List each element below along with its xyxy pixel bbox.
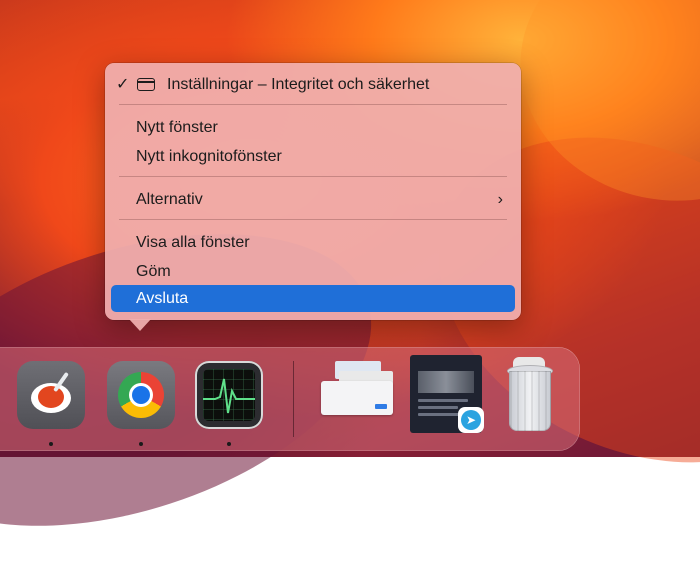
dock-separator (293, 361, 294, 437)
trash-bin-graphic (509, 371, 551, 431)
chrome-core-graphic (132, 386, 150, 404)
dock-context-menu: ✓ Inställningar – Integritet och säkerhe… (105, 63, 521, 320)
checkmark-icon: ✓ (116, 76, 130, 93)
running-indicator (49, 442, 53, 446)
menu-separator (119, 104, 507, 105)
heartbeat-graph-icon (203, 378, 255, 414)
dock (0, 347, 580, 451)
trash-full-icon[interactable] (505, 357, 553, 433)
menu-item-options[interactable]: Alternativ › (111, 186, 515, 213)
menu-item-show-all-windows[interactable]: Visa alla fönster (111, 229, 515, 256)
menu-item-label: Inställningar – Integritet och säkerhet (167, 76, 430, 93)
activity-monitor-icon[interactable] (195, 361, 263, 429)
menu-item-label: Nytt inkognitofönster (136, 148, 282, 165)
menu-item-label: Alternativ (136, 191, 203, 208)
thumbnail-text-line (418, 399, 468, 402)
menu-item-label: Avsluta (136, 290, 189, 307)
pasta-app-icon[interactable] (17, 361, 85, 429)
thumbnail-dialog (321, 381, 393, 415)
menu-item-window-settings[interactable]: ✓ Inställningar – Integritet och säkerhe… (111, 71, 515, 98)
telegram-icon: ➤ (461, 410, 481, 430)
menu-item-label: Visa alla fönster (136, 234, 250, 251)
sauce-graphic (38, 386, 64, 408)
menu-separator (119, 219, 507, 220)
activity-monitor-screen (203, 369, 255, 421)
menu-item-new-incognito-window[interactable]: Nytt inkognitofönster (111, 143, 515, 170)
window-icon (137, 78, 155, 91)
menu-item-new-window[interactable]: Nytt fönster (111, 114, 515, 141)
menu-item-quit[interactable]: Avsluta (111, 285, 515, 312)
menu-pointer (129, 319, 151, 331)
menu-item-hide[interactable]: Göm (111, 258, 515, 285)
menu-separator (119, 176, 507, 177)
menu-item-label: Göm (136, 263, 171, 280)
chevron-right-icon: › (497, 191, 503, 208)
telegram-badge: ➤ (458, 407, 484, 433)
running-indicator (227, 442, 231, 446)
running-indicator (139, 442, 143, 446)
settings-window-thumbnail[interactable] (321, 361, 395, 417)
thumbnail-image (418, 371, 474, 393)
menu-item-label: Nytt fönster (136, 119, 218, 136)
chrome-icon[interactable] (107, 361, 175, 429)
thumbnail-text-line (418, 406, 458, 409)
